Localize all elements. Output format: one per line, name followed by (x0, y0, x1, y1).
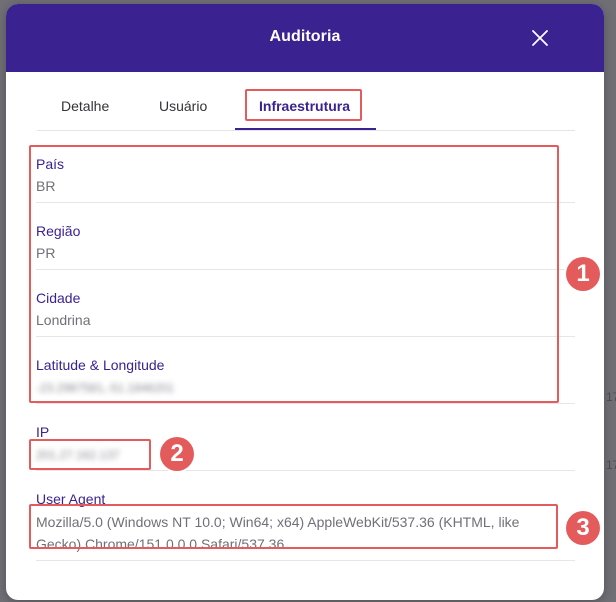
annotation-badge-2: 2 (160, 437, 194, 471)
tab-infraestrutura[interactable]: Infraestrutura (259, 98, 350, 114)
annotation-badge-1: 1 (566, 257, 600, 291)
field-value: BR (36, 178, 56, 194)
field-label: Cidade (36, 290, 81, 306)
field-pais: País BR (36, 156, 575, 203)
field-ip: IP 201.27.162.137 (36, 424, 575, 471)
field-label: Latitude & Longitude (36, 357, 165, 373)
field-label: País (36, 156, 65, 172)
tab-detalhe[interactable]: Detalhe (61, 98, 109, 114)
background-text: 17 (606, 390, 616, 404)
field-value: PR (36, 245, 56, 261)
divider (36, 269, 575, 270)
modal-header: Auditoria (6, 4, 604, 72)
field-label: IP (36, 424, 50, 440)
close-button[interactable] (528, 26, 552, 50)
field-user-agent: User Agent Mozilla/5.0 (Windows NT 10.0;… (36, 491, 575, 561)
field-cidade: Cidade Londrina (36, 290, 575, 337)
active-tab-indicator (235, 128, 376, 130)
field-label: User Agent (36, 491, 106, 507)
divider (36, 403, 575, 404)
close-icon (532, 30, 548, 46)
divider (36, 470, 575, 471)
tab-bar: Detalhe Usuário Infraestrutura (37, 88, 575, 131)
annotation-badge-3: 3 (566, 511, 600, 545)
field-value: Londrina (36, 312, 91, 328)
divider (36, 560, 575, 561)
page: 17 17 Auditoria Detalhe Usuário Infraest… (0, 0, 616, 602)
audit-modal: Auditoria Detalhe Usuário Infraestrutura… (6, 4, 604, 600)
divider (36, 336, 575, 337)
tab-usuario[interactable]: Usuário (159, 98, 207, 114)
field-regiao: Região PR (36, 223, 575, 270)
field-latitude-longitude: Latitude & Longitude -23.2987581,-51.184… (36, 357, 575, 404)
field-value-redacted: 201.27.162.137 (36, 448, 120, 462)
modal-title: Auditoria (269, 28, 341, 45)
field-value: Mozilla/5.0 (Windows NT 10.0; Win64; x64… (36, 514, 520, 552)
field-value-redacted: -23.2987581,-51.1846201 (36, 381, 175, 395)
field-label: Região (36, 223, 81, 239)
divider (36, 202, 575, 203)
background-text: 17 (606, 458, 616, 472)
